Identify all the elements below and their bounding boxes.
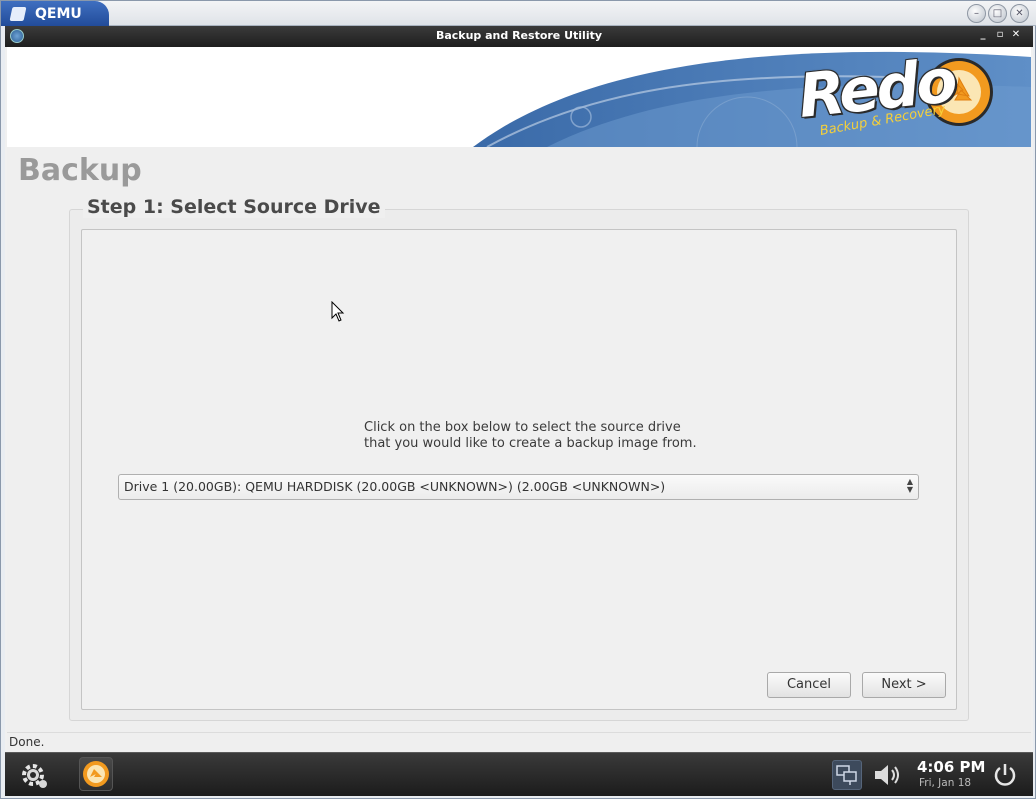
app-minimize-icon[interactable]: _	[977, 28, 989, 42]
close-button[interactable]: ✕	[1010, 4, 1029, 23]
clock-time[interactable]: 4:06 PM	[917, 758, 985, 776]
clock-date: Fri, Jan 18	[919, 777, 972, 789]
status-bar: Done.	[7, 732, 1031, 752]
network-icon	[836, 765, 857, 785]
taskbar: 4:06 PM Fri, Jan 18	[5, 752, 1033, 796]
instruction-line-2: that you would like to create a backup i…	[364, 436, 697, 451]
qemu-icon	[9, 6, 27, 21]
next-button[interactable]: Next >	[862, 672, 946, 698]
step-title: Step 1: Select Source Drive	[83, 196, 385, 218]
power-icon	[994, 764, 1016, 786]
volume-button[interactable]	[871, 761, 905, 789]
host-titlebar: QEMU – □ ✕	[1, 1, 1036, 26]
instruction-text: Click on the box below to select the sou…	[364, 420, 697, 452]
redo-banner: Redo Backup & Recovery	[7, 47, 1031, 147]
select-spinner-icon: ▲ ▼	[906, 477, 913, 494]
source-drive-value: Drive 1 (20.00GB): QEMU HARDDISK (20.00G…	[124, 479, 666, 494]
close-icon: ✕	[1015, 8, 1024, 19]
gear-icon	[22, 764, 47, 788]
redo-taskbar-button[interactable]	[79, 757, 113, 791]
app-restore-icon[interactable]: ▫	[994, 28, 1006, 42]
guest-screen: Backup and Restore Utility _ ▫ ✕ Redo Ba…	[5, 26, 1033, 796]
page-title: Backup	[18, 153, 142, 188]
main-content: Backup Step 1: Select Source Drive Click…	[7, 147, 1031, 744]
app-titlebar: Backup and Restore Utility _ ▫ ✕	[5, 26, 1033, 47]
app-close-icon[interactable]: ✕	[1010, 28, 1022, 42]
settings-button[interactable]	[17, 759, 49, 791]
redo-recycle-icon	[83, 761, 109, 787]
power-button[interactable]	[991, 761, 1019, 789]
minimize-icon: –	[974, 8, 979, 19]
source-drive-select[interactable]: Drive 1 (20.00GB): QEMU HARDDISK (20.00G…	[118, 474, 919, 500]
network-button[interactable]	[832, 760, 862, 790]
minimize-button[interactable]: –	[967, 4, 986, 23]
cancel-button[interactable]: Cancel	[767, 672, 851, 698]
maximize-button[interactable]: □	[988, 4, 1007, 23]
volume-icon	[875, 765, 899, 785]
host-tab[interactable]: QEMU	[1, 1, 109, 26]
instruction-line-1: Click on the box below to select the sou…	[364, 420, 681, 435]
app-window-title: Backup and Restore Utility	[435, 29, 603, 42]
mouse-pointer-icon	[331, 301, 345, 322]
step-panel: Click on the box below to select the sou…	[81, 229, 957, 710]
host-tab-title: QEMU	[35, 5, 82, 22]
maximize-icon: □	[992, 8, 1003, 19]
app-icon[interactable]	[10, 29, 24, 43]
qemu-host-window: QEMU – □ ✕ Backup and Restore Utility _ …	[0, 0, 1036, 799]
